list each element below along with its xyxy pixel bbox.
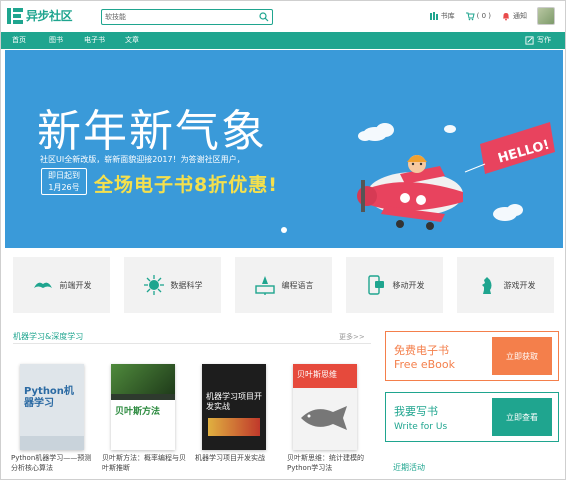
- programming-icon: [254, 276, 275, 295]
- banner-date-line2: 1月26号: [48, 183, 80, 192]
- book-cover-title: Python机器学习: [24, 386, 74, 409]
- book-cover-title: 机器学习项目开发实战: [206, 392, 262, 411]
- category-label: 前端开发: [59, 280, 92, 290]
- more-link[interactable]: 更多>>: [339, 332, 365, 342]
- section-title: 机器学习&深度学习: [13, 332, 84, 341]
- category-label: 游戏开发: [503, 280, 536, 290]
- nav-item-books[interactable]: 图书: [49, 35, 63, 45]
- banner-date-box: 即日起到 1月26号: [41, 168, 87, 195]
- top-header: 异步社区 书库 ( 0 ): [1, 1, 565, 31]
- category-label: 数据科学: [170, 280, 203, 290]
- avatar[interactable]: [537, 7, 555, 25]
- game-icon: [481, 277, 491, 294]
- book-cover[interactable]: 贝叶斯思维: [293, 364, 357, 450]
- book-cover[interactable]: 贝叶斯方法: [111, 364, 175, 450]
- book-caption[interactable]: 机器学习项目开发实战: [195, 453, 281, 463]
- category-mobile[interactable]: 移动开发: [346, 257, 443, 313]
- bell-icon: [503, 13, 509, 21]
- banner-subtitle: 社区UI全新改版，崭新面貌迎接2017！为答谢社区用户，: [40, 155, 245, 164]
- cart-count: ( 0 ): [476, 12, 491, 20]
- search-box: [101, 9, 273, 25]
- free-ebook-card[interactable]: 免费电子书 Free eBook 立即获取: [385, 331, 559, 381]
- banner-promo-text: 全场电子书8折优惠!: [94, 174, 278, 196]
- banner-date-line1: 即日起到: [48, 171, 80, 180]
- notification-label: 通知: [513, 12, 527, 20]
- fish-icon: [301, 406, 347, 430]
- category-programming[interactable]: 编程语言: [235, 257, 332, 313]
- view-now-button[interactable]: 立即查看: [492, 398, 552, 436]
- airplane-illustration: HELLO!: [357, 122, 555, 230]
- search-icon[interactable]: [259, 12, 269, 22]
- category-row: 前端开发 数据科学 编程语言 移动开发 游戏开发: [13, 257, 554, 313]
- bookshelf-icon: [429, 12, 438, 20]
- book-cover-title: 贝叶斯思维: [297, 370, 337, 379]
- promo-subtitle: Free eBook: [394, 358, 455, 371]
- promo-subtitle: Write for Us: [394, 422, 448, 432]
- write-label: 写作: [537, 36, 551, 44]
- nav-item-articles[interactable]: 文章: [125, 35, 139, 45]
- book-cover[interactable]: Python机器学习: [20, 364, 84, 450]
- logo-icon: [7, 7, 23, 24]
- book-cover-title: 贝叶斯方法: [115, 407, 161, 417]
- header-actions: 书库 ( 0 ) 通知: [429, 7, 555, 25]
- frontend-icon: [33, 282, 52, 288]
- bookshelf-label: 书库: [440, 12, 455, 20]
- write-button[interactable]: 写作: [525, 35, 551, 45]
- cart-icon: [465, 12, 475, 21]
- cart-link[interactable]: ( 0 ): [465, 11, 491, 21]
- page: 异步社区 书库 ( 0 ): [0, 0, 566, 480]
- category-data-science[interactable]: 数据科学: [124, 257, 221, 313]
- book-caption[interactable]: 贝叶斯方法：概率编程与贝叶斯推断: [102, 453, 188, 473]
- category-label: 编程语言: [281, 280, 314, 290]
- mobile-icon: [367, 275, 384, 295]
- book-caption[interactable]: Python机器学习——预测分析核心算法: [11, 453, 97, 473]
- promo-title: 免费电子书: [394, 344, 449, 357]
- book-cover[interactable]: 机器学习项目开发实战: [202, 364, 266, 450]
- category-frontend[interactable]: 前端开发: [13, 257, 110, 313]
- category-game[interactable]: 游戏开发: [457, 257, 554, 313]
- bookshelf-link[interactable]: 书库: [429, 11, 455, 21]
- notification-link[interactable]: 通知: [501, 11, 527, 21]
- promo-title: 我要写书: [394, 405, 438, 418]
- site-logo[interactable]: 异步社区: [7, 7, 73, 24]
- recent-activity-title: 近期活动: [393, 463, 425, 472]
- logo-text: 异步社区: [26, 9, 73, 23]
- book-caption[interactable]: 贝叶斯思维：统计建模的Python学习法: [287, 453, 373, 473]
- hero-banner[interactable]: 新年新气象 社区UI全新改版，崭新面貌迎接2017！为答谢社区用户， 即日起到 …: [5, 50, 563, 248]
- search-input[interactable]: [102, 10, 252, 24]
- carousel-dot[interactable]: [281, 227, 287, 233]
- banner-title: 新年新气象: [37, 106, 267, 157]
- edit-icon: [525, 35, 534, 45]
- data-science-icon: [143, 275, 164, 295]
- nav-item-home[interactable]: 首页: [12, 35, 26, 45]
- nav-item-ebooks[interactable]: 电子书: [84, 35, 105, 45]
- category-label: 移动开发: [392, 280, 425, 290]
- section-divider: [13, 343, 371, 344]
- main-nav: 首页 图书 电子书 文章 写作: [1, 32, 565, 49]
- write-for-us-card[interactable]: 我要写书 Write for Us 立即查看: [385, 392, 559, 442]
- get-now-button[interactable]: 立即获取: [492, 337, 552, 375]
